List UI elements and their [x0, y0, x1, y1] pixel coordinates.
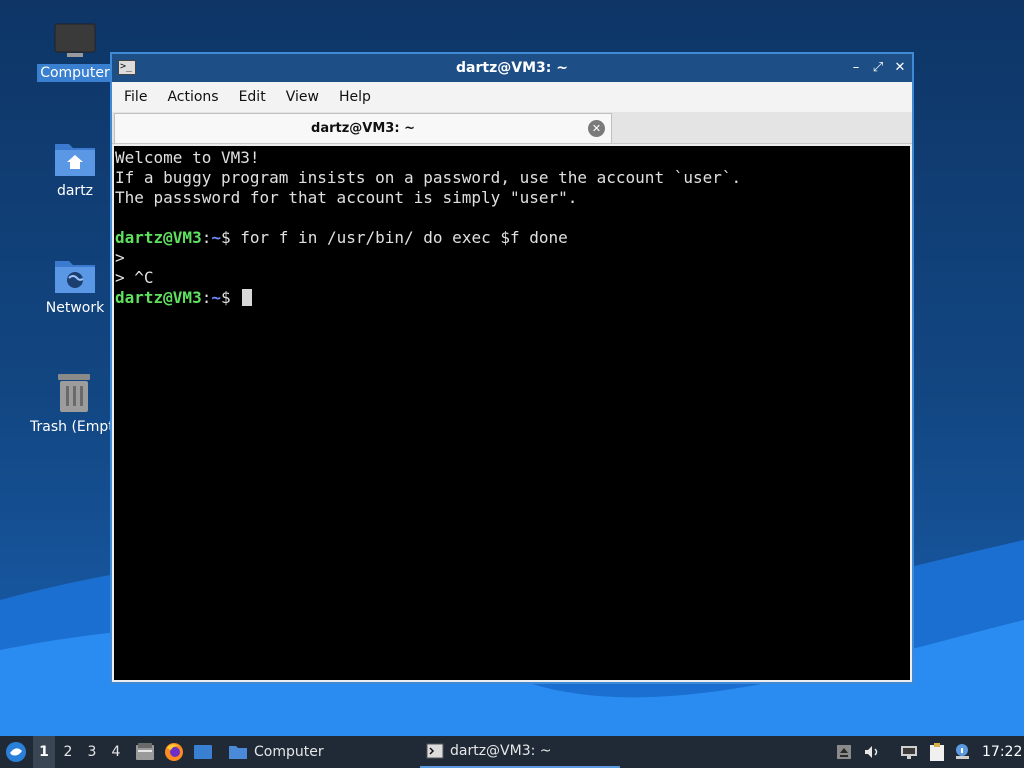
menu-file[interactable]: File [114, 89, 157, 105]
tray-volume[interactable] [862, 736, 882, 768]
menu-help[interactable]: Help [329, 89, 381, 105]
workspace-3[interactable]: 3 [81, 736, 103, 768]
active-prompt-line: dartz@VM3:~$ [115, 288, 910, 308]
tab-close-icon[interactable]: ✕ [588, 120, 605, 137]
command-line: dartz@VM3:~$ for f in /usr/bin/ do exec … [115, 228, 910, 248]
trash-icon [58, 374, 90, 412]
desktop-icon-network[interactable]: Network [33, 255, 117, 317]
file-manager-icon [136, 743, 154, 760]
folder-icon [229, 746, 247, 759]
maximize-icon[interactable]: ⤢ [868, 58, 888, 78]
prompt-dollar: $ [220, 228, 231, 247]
task-label: Computer [254, 744, 324, 760]
tab-bar: dartz@VM3: ~ ✕ [112, 112, 912, 144]
desktop-icon-label: dartz [56, 183, 94, 199]
workspace-4[interactable]: 4 [105, 736, 127, 768]
minimize-icon[interactable]: – [846, 58, 866, 78]
prompt-path: ~ [211, 288, 221, 307]
network-icon [901, 746, 917, 759]
terminal-icon [426, 743, 444, 759]
info-icon [956, 744, 969, 759]
clock[interactable]: 17:22 [982, 736, 1022, 768]
task-label: dartz@VM3: ~ [450, 743, 552, 759]
show-desktop-button[interactable] [192, 736, 214, 768]
lxqt-logo-icon [6, 742, 26, 762]
prompt-user: dartz@VM3 [115, 228, 202, 247]
command-input[interactable] [231, 288, 241, 307]
command-text: for f in /usr/bin/ do exec $f done [230, 228, 568, 247]
workspace-1[interactable]: 1 [33, 736, 55, 768]
desktop-icon-label: Trash (Empty) [30, 419, 110, 435]
desktop-icon-label: Computer [37, 64, 113, 82]
terminal-output[interactable]: Welcome to VM3! If a buggy program insist… [114, 146, 910, 680]
file-manager-launcher[interactable] [134, 736, 156, 768]
terminal-line: Welcome to VM3! [115, 148, 260, 167]
titlebar[interactable]: >_ dartz@VM3: ~ – ⤢ ✕ [112, 54, 912, 82]
terminal-line: The passsword for that account is simply… [115, 188, 578, 207]
continuation-line: > ^C [115, 268, 154, 287]
tray-notifications[interactable] [952, 736, 972, 768]
home-folder-icon [55, 144, 95, 176]
tray-network[interactable] [898, 736, 920, 768]
task-computer[interactable]: Computer [222, 736, 330, 768]
tray-clipboard[interactable] [926, 736, 948, 768]
tab-terminal[interactable]: dartz@VM3: ~ ✕ [114, 113, 612, 143]
prompt-dollar: $ [220, 288, 231, 307]
firefox-launcher[interactable] [163, 736, 185, 768]
tray-updates[interactable] [834, 736, 854, 768]
workspace-2[interactable]: 2 [57, 736, 79, 768]
start-menu-button[interactable] [4, 736, 28, 768]
desktop-icon-dartz[interactable]: dartz [33, 138, 117, 200]
taskbar: 1 2 3 4 Computer dartz@VM3: ~ 17:22 [0, 736, 1024, 768]
menu-actions[interactable]: Actions [157, 89, 228, 105]
terminal-line: If a buggy program insists on a password… [115, 168, 742, 187]
eject-icon [837, 745, 851, 759]
terminal-window[interactable]: >_ dartz@VM3: ~ – ⤢ ✕ File Actions Edit … [110, 52, 914, 684]
window-title: dartz@VM3: ~ [456, 60, 568, 76]
continuation-line: > [115, 248, 125, 267]
text-cursor [242, 289, 253, 306]
computer-icon [54, 23, 96, 57]
task-terminal[interactable]: dartz@VM3: ~ [420, 736, 620, 768]
desktop-icon-label: Network [45, 300, 105, 316]
prompt-sep: : [201, 228, 212, 247]
firefox-icon [165, 743, 183, 761]
prompt-user: dartz@VM3 [115, 288, 202, 307]
prompt-sep: : [201, 288, 212, 307]
close-icon[interactable]: ✕ [890, 58, 910, 78]
terminal-icon[interactable]: >_ [118, 60, 136, 75]
desktop-icon-trash[interactable]: Trash (Empty) [27, 372, 117, 436]
volume-icon [865, 746, 878, 758]
clipboard-icon [930, 743, 944, 761]
menubar: File Actions Edit View Help [112, 82, 912, 112]
menu-edit[interactable]: Edit [229, 89, 276, 105]
desktop-icon [194, 745, 212, 759]
desktop-icon-computer[interactable]: Computer [33, 22, 117, 82]
prompt-path: ~ [211, 228, 221, 247]
network-folder-icon [55, 261, 95, 293]
tab-label: dartz@VM3: ~ [311, 121, 415, 136]
menu-view[interactable]: View [276, 89, 329, 105]
